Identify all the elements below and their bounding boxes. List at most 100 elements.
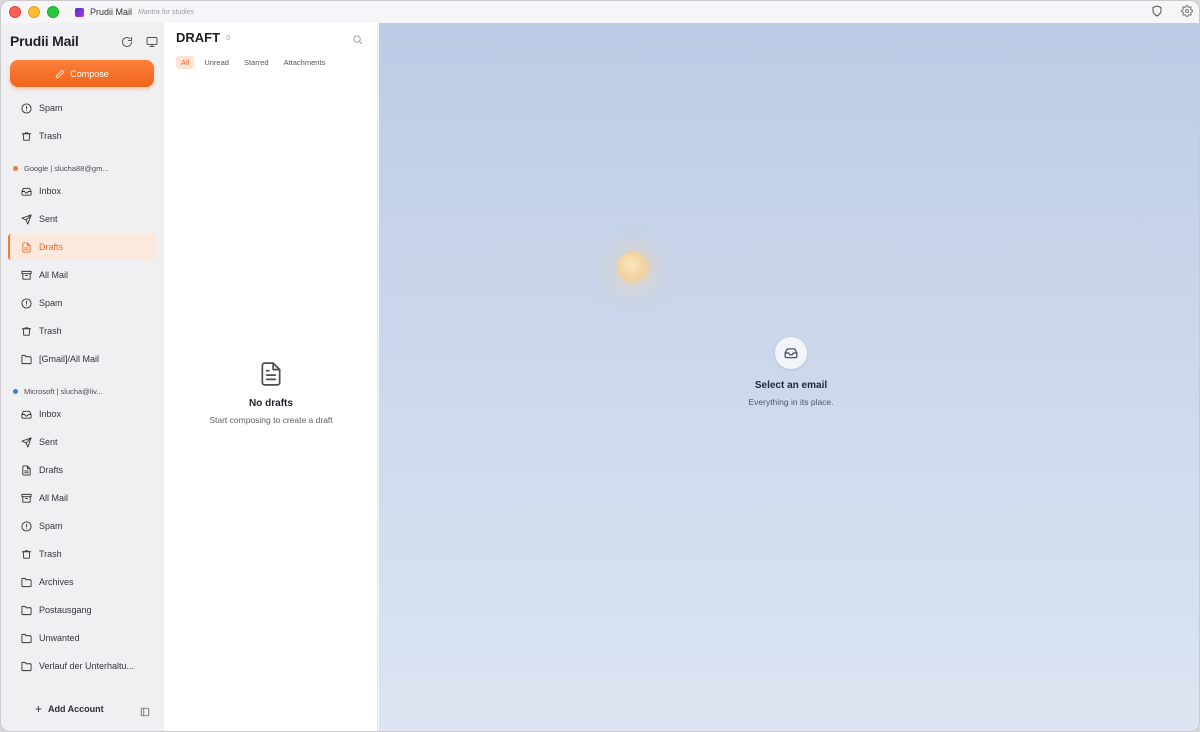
sidebar-item-label: Unwanted	[39, 633, 80, 643]
message-count: · 0	[222, 35, 231, 42]
empty-state-subtitle: Start composing to create a draft	[209, 415, 333, 425]
archive-icon	[20, 269, 32, 281]
sidebar-item-label: Spam	[39, 298, 63, 308]
message-list-pane: DRAFT · 0 All Unread Starred Attachments…	[164, 23, 378, 731]
sidebar-collapse-icon[interactable]	[140, 704, 150, 717]
window-title: Prudii Mail	[90, 7, 133, 17]
monitor-icon[interactable]	[145, 35, 158, 48]
zoom-window-button[interactable]	[47, 6, 59, 18]
file-text-icon	[20, 241, 32, 253]
add-account-label: Add Account	[48, 704, 104, 714]
empty-state: No drafts Start composing to create a dr…	[164, 361, 378, 425]
sidebar-item-gmail-all-mail[interactable]: [Gmail]/All Mail	[8, 346, 157, 372]
pencil-icon	[56, 69, 65, 78]
gear-icon[interactable]	[1181, 5, 1193, 17]
sidebar-item-drafts[interactable]: Drafts	[8, 234, 157, 260]
sidebar-item-spam[interactable]: Spam	[8, 95, 157, 121]
sidebar-header: Prudii Mail	[10, 33, 158, 51]
sidebar-item-label: Sent	[39, 437, 58, 447]
app-logo-icon	[75, 7, 84, 17]
file-text-icon	[20, 464, 32, 476]
account-dot	[13, 388, 18, 394]
sidebar-item-unwanted[interactable]: Unwanted	[8, 625, 157, 651]
sidebar-title: Prudii Mail	[10, 33, 79, 49]
folder-icon	[20, 660, 32, 672]
trash-icon	[20, 325, 32, 337]
inbox-icon	[775, 337, 807, 369]
decorative-orb	[617, 252, 649, 284]
sidebar-item-inbox[interactable]: Inbox	[8, 401, 157, 427]
close-window-button[interactable]	[9, 6, 21, 18]
folder-icon	[20, 576, 32, 588]
sidebar-item-label: Inbox	[39, 409, 62, 419]
account-label: Google | slucha88@gm...	[24, 163, 109, 173]
sidebar-item-postausgang[interactable]: Postausgang	[8, 597, 157, 623]
sidebar-item-label: Inbox	[39, 186, 62, 196]
minimize-window-button[interactable]	[28, 6, 40, 18]
refresh-icon[interactable]	[120, 35, 133, 48]
sidebar-item-spam[interactable]: Spam	[8, 513, 157, 539]
folder-title: DRAFT	[176, 30, 221, 45]
sidebar-item-label: Sent	[39, 214, 58, 224]
sidebar-item-label: Trash	[39, 326, 62, 336]
send-icon	[20, 436, 32, 448]
window-subtitle: Mantra for studies	[138, 8, 195, 16]
sidebar-item-label: Verlauf der Unterhaltu...	[39, 661, 135, 671]
sidebar-item-label: [Gmail]/All Mail	[39, 354, 100, 364]
sidebar-item-archives[interactable]: Archives	[8, 569, 157, 595]
filter-tabs: All Unread Starred Attachments	[176, 56, 330, 69]
shield-icon[interactable]	[1151, 5, 1163, 17]
folder-icon	[20, 604, 32, 616]
filter-tab-attachments[interactable]: Attachments	[279, 56, 331, 69]
send-icon	[20, 213, 32, 225]
inbox-icon	[20, 185, 32, 197]
account-dot	[13, 165, 18, 171]
sidebar-item-label: Trash	[39, 549, 62, 559]
archive-icon	[20, 492, 32, 504]
sidebar-item-label: Drafts	[39, 242, 64, 252]
filter-tab-unread[interactable]: Unread	[199, 56, 234, 69]
document-icon	[258, 361, 284, 387]
add-account-button[interactable]: + Add Account	[35, 702, 104, 716]
window-controls	[9, 6, 59, 18]
alert-circle-icon	[20, 297, 32, 309]
sidebar-item-label: Archives	[39, 577, 74, 587]
reader-empty-subtitle: Everything in its place.	[748, 397, 834, 407]
account-label: Microsoft | slucha@liv...	[24, 386, 103, 396]
compose-button[interactable]: Compose	[10, 60, 154, 87]
alert-circle-icon	[20, 102, 32, 114]
sidebar-item-trash[interactable]: Trash	[8, 541, 157, 567]
sidebar-item-label: All Mail	[39, 270, 69, 280]
account-header-google[interactable]: Google | slucha88@gm...	[13, 162, 109, 174]
sidebar-item-all-mail[interactable]: All Mail	[8, 262, 157, 288]
filter-tab-starred[interactable]: Starred	[239, 56, 274, 69]
empty-state-title: No drafts	[249, 398, 293, 409]
sidebar-item-label: Spam	[39, 521, 63, 531]
sidebar-item-conversation-history[interactable]: Verlauf der Unterhaltu...	[8, 653, 157, 679]
sidebar-item-spam[interactable]: Spam	[8, 290, 157, 316]
sidebar-item-label: Spam	[39, 103, 63, 113]
sidebar-item-sent[interactable]: Sent	[8, 206, 157, 232]
inbox-icon	[20, 408, 32, 420]
sidebar-item-label: Trash	[39, 131, 62, 141]
filter-tab-all[interactable]: All	[176, 56, 195, 69]
trash-icon	[20, 130, 32, 142]
folder-icon	[20, 632, 32, 644]
plus-icon: +	[35, 702, 43, 716]
account-header-microsoft[interactable]: Microsoft | slucha@liv...	[13, 385, 103, 397]
search-icon[interactable]	[352, 32, 364, 45]
reading-pane: Select an email Everything in its place.	[379, 23, 1199, 731]
sidebar-item-sent[interactable]: Sent	[8, 429, 157, 455]
sidebar-item-label: All Mail	[39, 493, 69, 503]
sidebar-item-inbox[interactable]: Inbox	[8, 178, 157, 204]
reader-empty-state: Select an email Everything in its place.	[379, 337, 1199, 407]
sidebar-item-trash[interactable]: Trash	[8, 318, 157, 344]
folder-icon	[20, 353, 32, 365]
reader-empty-title: Select an email	[754, 380, 828, 391]
sidebar-item-label: Drafts	[39, 465, 64, 475]
sidebar-item-drafts[interactable]: Drafts	[8, 457, 157, 483]
app-window: Prudii Mail Mantra for studies Prudii Ma…	[0, 0, 1200, 732]
alert-circle-icon	[20, 520, 32, 532]
sidebar-item-trash[interactable]: Trash	[8, 123, 157, 149]
sidebar-item-all-mail[interactable]: All Mail	[8, 485, 157, 511]
